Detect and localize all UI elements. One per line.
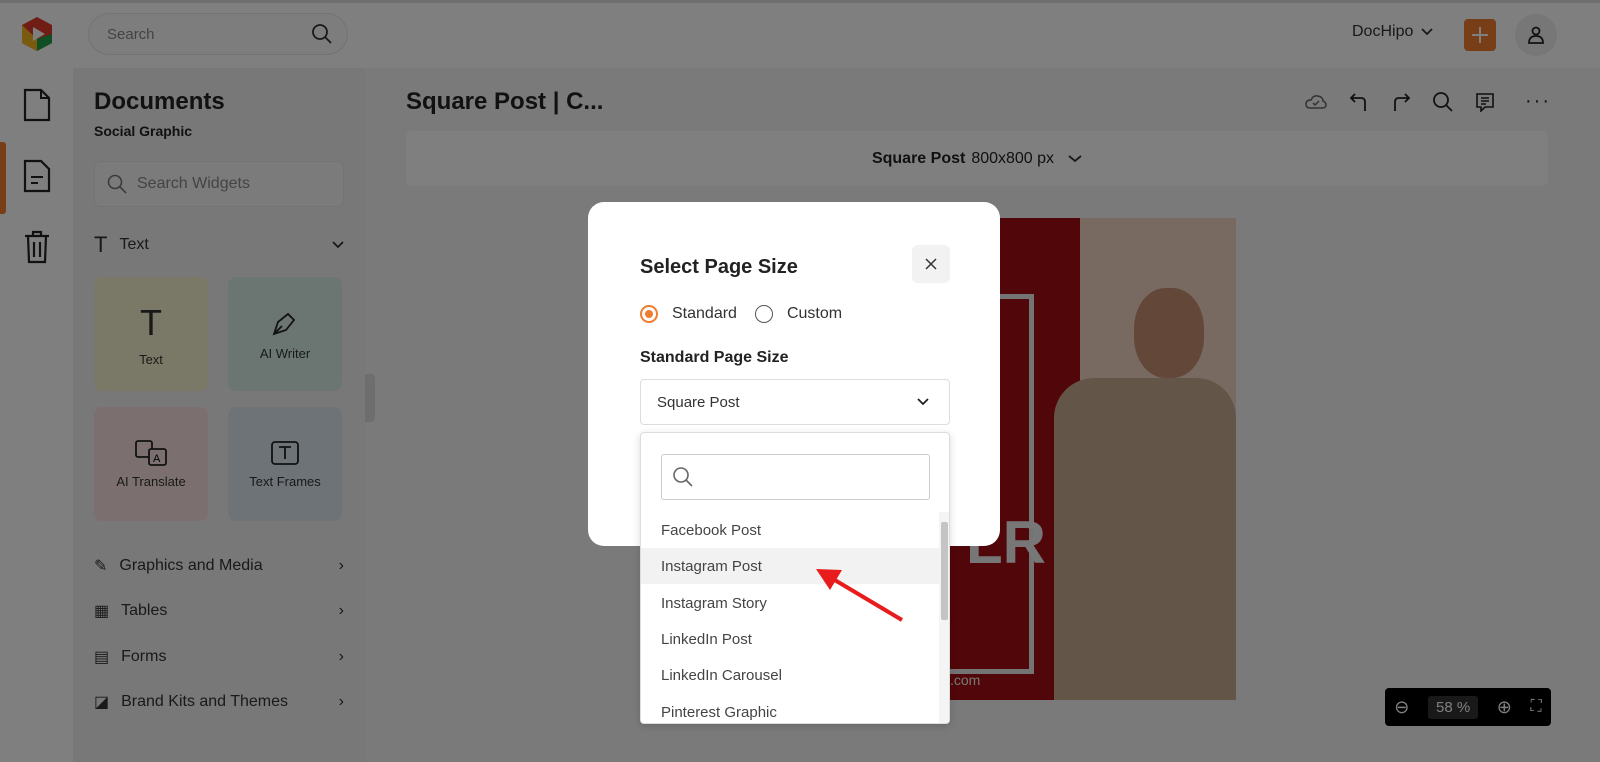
option-pinterest-graphic[interactable]: Pinterest Graphic [641,694,939,723]
chevron-down-icon [917,398,929,406]
dropdown-search-input[interactable] [661,454,930,500]
scrollbar-thumb[interactable] [941,522,948,620]
selected-value: Square Post [657,393,740,411]
annotation-arrow [816,569,904,622]
radio-custom[interactable]: Custom [754,305,843,323]
radio-unchecked-icon [754,305,773,323]
dropdown-scrollbar[interactable] [939,512,949,723]
radio-label: Standard [672,305,737,322]
page-size-select[interactable]: Square Post [640,379,950,425]
radio-label: Custom [786,305,843,322]
field-label: Standard Page Size [640,349,789,366]
radio-checked-icon [640,305,658,323]
close-button[interactable] [912,245,950,283]
option-facebook-post[interactable]: Facebook Post [641,512,939,548]
modal-title: Select Page Size [640,256,798,278]
page-size-type-radios: Standard Custom [640,305,842,323]
option-linkedin-carousel[interactable]: LinkedIn Carousel [641,657,939,693]
radio-standard[interactable]: Standard [640,305,737,323]
search-icon [673,467,693,487]
close-icon [925,258,937,270]
